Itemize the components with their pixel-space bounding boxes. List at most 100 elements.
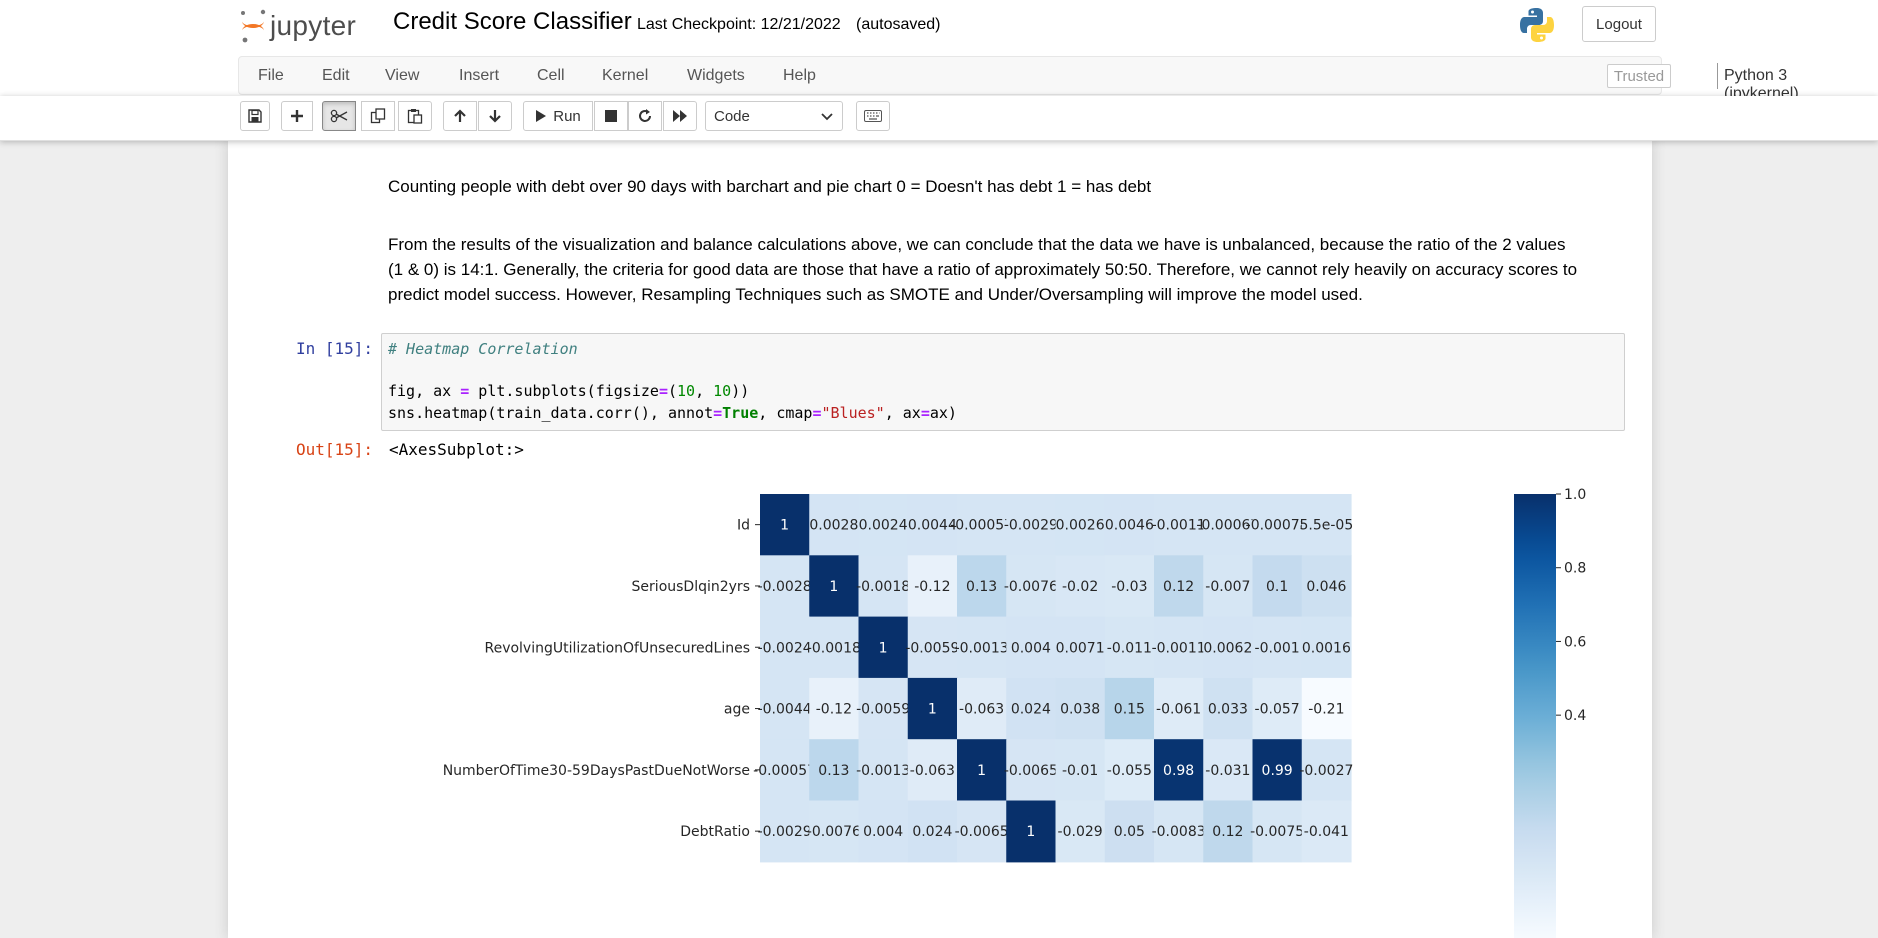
run-button[interactable]: Run xyxy=(523,101,593,131)
heatmap-annotation: 0.0024 xyxy=(859,518,908,534)
colorbar-tick-label: 0.4 xyxy=(1564,708,1586,724)
heatmap-annotation: -0.0018 xyxy=(807,640,861,656)
heatmap-annotation: 0.024 xyxy=(1011,702,1051,718)
heatmap-annotation: 0.0016 xyxy=(1302,640,1351,656)
heatmap-annotation: -0.0044 xyxy=(758,702,812,718)
jupyter-logo-icon xyxy=(241,9,266,43)
heatmap-annotation: 0.15 xyxy=(1114,702,1145,718)
logout-button[interactable]: Logout xyxy=(1582,6,1656,42)
colorbar-tick-label: 0.8 xyxy=(1564,561,1586,577)
play-icon xyxy=(536,110,547,122)
heatmap-annotation: 0.0062 xyxy=(1203,640,1252,656)
y-tick-label: SeriousDlqin2yrs xyxy=(632,579,750,595)
heatmap-annotation: 0.004 xyxy=(863,824,903,840)
heatmap-annotation: 0.12 xyxy=(1212,824,1243,840)
menu-edit[interactable]: Edit xyxy=(322,67,350,85)
cut-button[interactable] xyxy=(322,101,356,131)
paste-icon xyxy=(407,109,423,124)
heatmap-annotation: -0.0013 xyxy=(955,640,1009,656)
plus-icon xyxy=(291,110,303,122)
copy-icon xyxy=(370,108,386,124)
heatmap-annotation: -0.01 xyxy=(1062,763,1098,779)
notebook-container: Counting people with debt over 90 days w… xyxy=(228,140,1652,938)
correlation-heatmap: 1 0.0028 0.0024 0.0044-0.00057-0.00290.0026… xyxy=(443,487,1586,938)
heatmap-annotation: -0.0059 xyxy=(856,702,910,718)
heatmap-annotation: 1 xyxy=(879,640,888,656)
heatmap-annotation: -0.0065 xyxy=(955,824,1009,840)
heatmap-annotation: 0.0028 xyxy=(809,518,858,534)
heatmap-annotation: 0.12 xyxy=(1163,579,1194,595)
heatmap-annotation: -0.001 xyxy=(1255,640,1300,656)
checkpoint-status: Last Checkpoint: 12/21/2022 xyxy=(637,16,841,33)
heatmap-annotation: -0.0065 xyxy=(1004,763,1058,779)
heatmap-annotation: 0.024 xyxy=(912,824,952,840)
heatmap-annotation: 0.0026 xyxy=(1056,518,1105,534)
move-up-button[interactable] xyxy=(443,101,477,131)
restart-icon xyxy=(639,109,651,122)
heatmap-annotation: -0.21 xyxy=(1308,702,1344,718)
python-logo-icon xyxy=(1520,8,1554,42)
heatmap-annotation: 0.038 xyxy=(1060,702,1100,718)
jupyter-logo[interactable]: jupyter xyxy=(240,6,380,46)
cell-type-select[interactable]: Code xyxy=(705,101,843,131)
heatmap-annotation: -0.061 xyxy=(1156,702,1201,718)
paste-button[interactable] xyxy=(398,101,432,131)
heatmap-annotation: 0.046 xyxy=(1306,579,1346,595)
colorbar-tick-label: 0.6 xyxy=(1564,634,1586,650)
heatmap-annotation: 0.13 xyxy=(818,763,849,779)
heatmap-annotation: -0.02 xyxy=(1062,579,1098,595)
trusted-indicator[interactable]: Trusted xyxy=(1607,64,1671,88)
arrow-down-icon xyxy=(489,110,501,123)
heatmap-annotation: -0.0059 xyxy=(905,640,959,656)
colorbar-tick-label: 1.0 xyxy=(1564,487,1586,503)
copy-button[interactable] xyxy=(361,101,395,131)
move-down-button[interactable] xyxy=(478,101,512,131)
heatmap-annotation: -0.007 xyxy=(1205,579,1250,595)
autosave-status: (autosaved) xyxy=(856,16,941,33)
heatmap-annotation: 0.13 xyxy=(966,579,997,595)
heatmap-annotation: -0.041 xyxy=(1304,824,1349,840)
heatmap-annotation: -0.0024 xyxy=(758,640,812,656)
heatmap-annotation: -0.063 xyxy=(959,702,1004,718)
stop-icon xyxy=(605,110,617,122)
heatmap-annotation: -0.063 xyxy=(910,763,955,779)
fast-forward-icon xyxy=(673,110,687,122)
heatmap-annotation: 0.0071 xyxy=(1056,640,1105,656)
heatmap-annotation: -0.0075 xyxy=(1250,824,1304,840)
y-tick-label: RevolvingUtilizationOfUnsecuredLines xyxy=(484,640,750,656)
heatmap-annotation: -0.055 xyxy=(1107,763,1152,779)
heatmap-annotation: 0.004 xyxy=(1011,640,1051,656)
menu-file[interactable]: File xyxy=(258,67,284,85)
heatmap-annotation: 0.1 xyxy=(1266,579,1288,595)
menu-view[interactable]: View xyxy=(385,67,419,85)
jupyter-logo-text: jupyter xyxy=(270,10,357,41)
heatmap-annotation: 1 xyxy=(977,763,986,779)
menu-help[interactable]: Help xyxy=(783,67,816,85)
y-tick-label: NumberOfTime30-59DaysPastDueNotWorse xyxy=(443,763,750,779)
kernel-separator xyxy=(1717,63,1718,89)
notebook-name[interactable]: Credit Score Classifier xyxy=(393,8,632,36)
heatmap-annotation: -0.0029 xyxy=(1004,518,1058,534)
heatmap-annotation: -0.03 xyxy=(1111,579,1147,595)
menu-cell[interactable]: Cell xyxy=(537,67,565,85)
header: jupyter Credit Score Classifier Last Che… xyxy=(0,0,1878,56)
restart-run-all-button[interactable] xyxy=(663,101,697,131)
heatmap-annotation: -0.029 xyxy=(1058,824,1103,840)
save-button[interactable] xyxy=(240,101,270,131)
run-button-label: Run xyxy=(553,107,581,125)
chevron-down-icon xyxy=(821,113,833,121)
heatmap-annotation: -0.0076 xyxy=(807,824,861,840)
heatmap-annotation: 1 xyxy=(1026,824,1035,840)
insert-cell-button[interactable] xyxy=(281,101,313,131)
menu-kernel[interactable]: Kernel xyxy=(602,67,648,85)
menu-insert[interactable]: Insert xyxy=(459,67,499,85)
heatmap-annotation: 0.05 xyxy=(1114,824,1145,840)
arrow-up-icon xyxy=(454,109,466,122)
menubar: File Edit View Insert Cell Kernel Widget… xyxy=(0,56,1878,102)
restart-button[interactable] xyxy=(628,101,662,131)
command-palette-button[interactable] xyxy=(856,101,890,131)
menu-widgets[interactable]: Widgets xyxy=(687,67,745,85)
cut-icon xyxy=(330,109,348,123)
interrupt-button[interactable] xyxy=(594,101,628,131)
menu-container: File Edit View Insert Cell Kernel Widget… xyxy=(238,56,1799,102)
